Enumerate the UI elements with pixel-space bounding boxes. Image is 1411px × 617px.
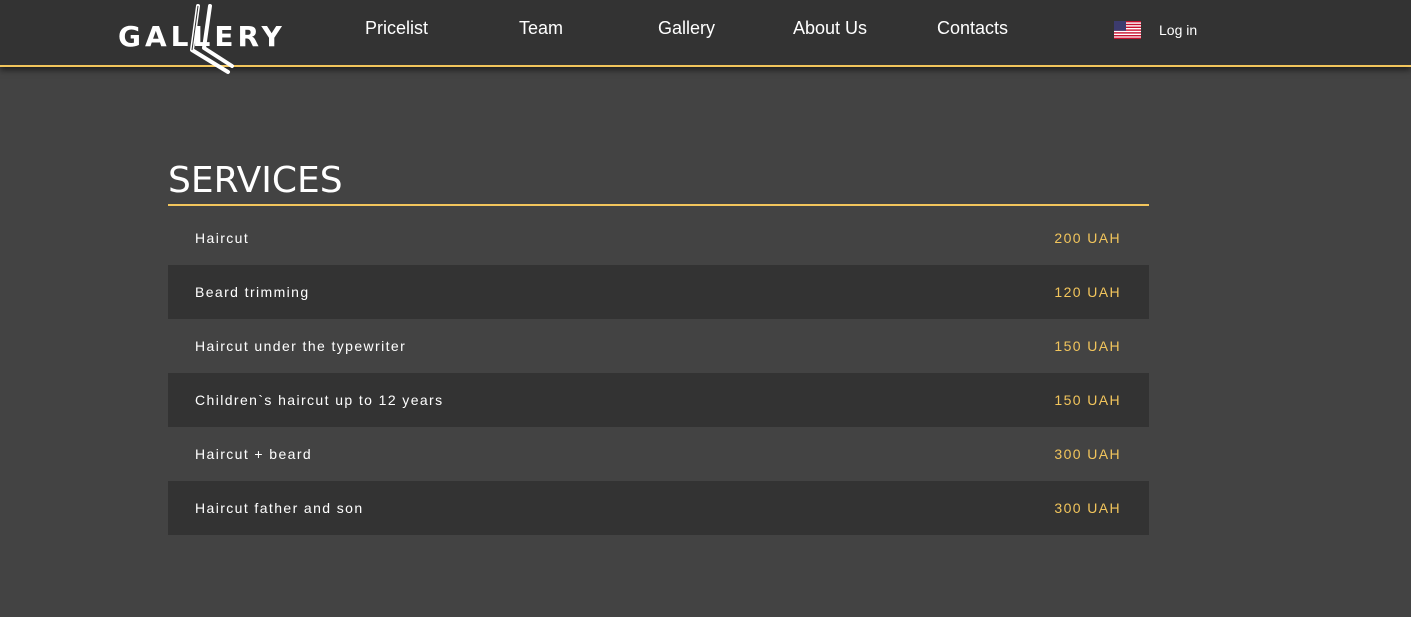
nav-gallery[interactable]: Gallery bbox=[658, 18, 715, 39]
nav-team[interactable]: Team bbox=[519, 18, 563, 39]
service-name: Children`s haircut up to 12 years bbox=[195, 392, 444, 408]
service-price: 300 UAH bbox=[1054, 500, 1121, 516]
service-row: Children`s haircut up to 12 years 150 UA… bbox=[168, 373, 1149, 427]
service-row: Haircut under the typewriter 150 UAH bbox=[168, 319, 1149, 373]
title-divider bbox=[168, 204, 1149, 206]
service-row: Haircut father and son 300 UAH bbox=[168, 481, 1149, 535]
service-row: Beard trimming 120 UAH bbox=[168, 265, 1149, 319]
service-name: Haircut + beard bbox=[195, 446, 313, 462]
gallery-logo[interactable]: GALLERY bbox=[118, 4, 298, 76]
service-price: 150 UAH bbox=[1054, 392, 1121, 408]
nav-pricelist[interactable]: Pricelist bbox=[365, 18, 428, 39]
service-name: Beard trimming bbox=[195, 284, 310, 300]
nav-contacts[interactable]: Contacts bbox=[937, 18, 1008, 39]
service-name: Haircut bbox=[195, 230, 250, 246]
service-name: Haircut under the typewriter bbox=[195, 338, 407, 354]
login-link[interactable]: Log in bbox=[1159, 22, 1197, 38]
top-header: GALLERY Pricelist Team Gallery About Us … bbox=[0, 0, 1411, 74]
service-price: 200 UAH bbox=[1054, 230, 1121, 246]
service-name: Haircut father and son bbox=[195, 500, 364, 516]
razor-icon bbox=[190, 4, 234, 74]
service-price: 300 UAH bbox=[1054, 446, 1121, 462]
page-title: SERVICES bbox=[168, 160, 343, 201]
service-row: Haircut 200 UAH bbox=[168, 211, 1149, 265]
service-price: 120 UAH bbox=[1054, 284, 1121, 300]
nav-about-us[interactable]: About Us bbox=[793, 18, 867, 39]
service-price: 150 UAH bbox=[1054, 338, 1121, 354]
us-flag-icon[interactable] bbox=[1114, 21, 1141, 39]
service-row: Haircut + beard 300 UAH bbox=[168, 427, 1149, 481]
services-list: Haircut 200 UAH Beard trimming 120 UAH H… bbox=[168, 211, 1149, 535]
